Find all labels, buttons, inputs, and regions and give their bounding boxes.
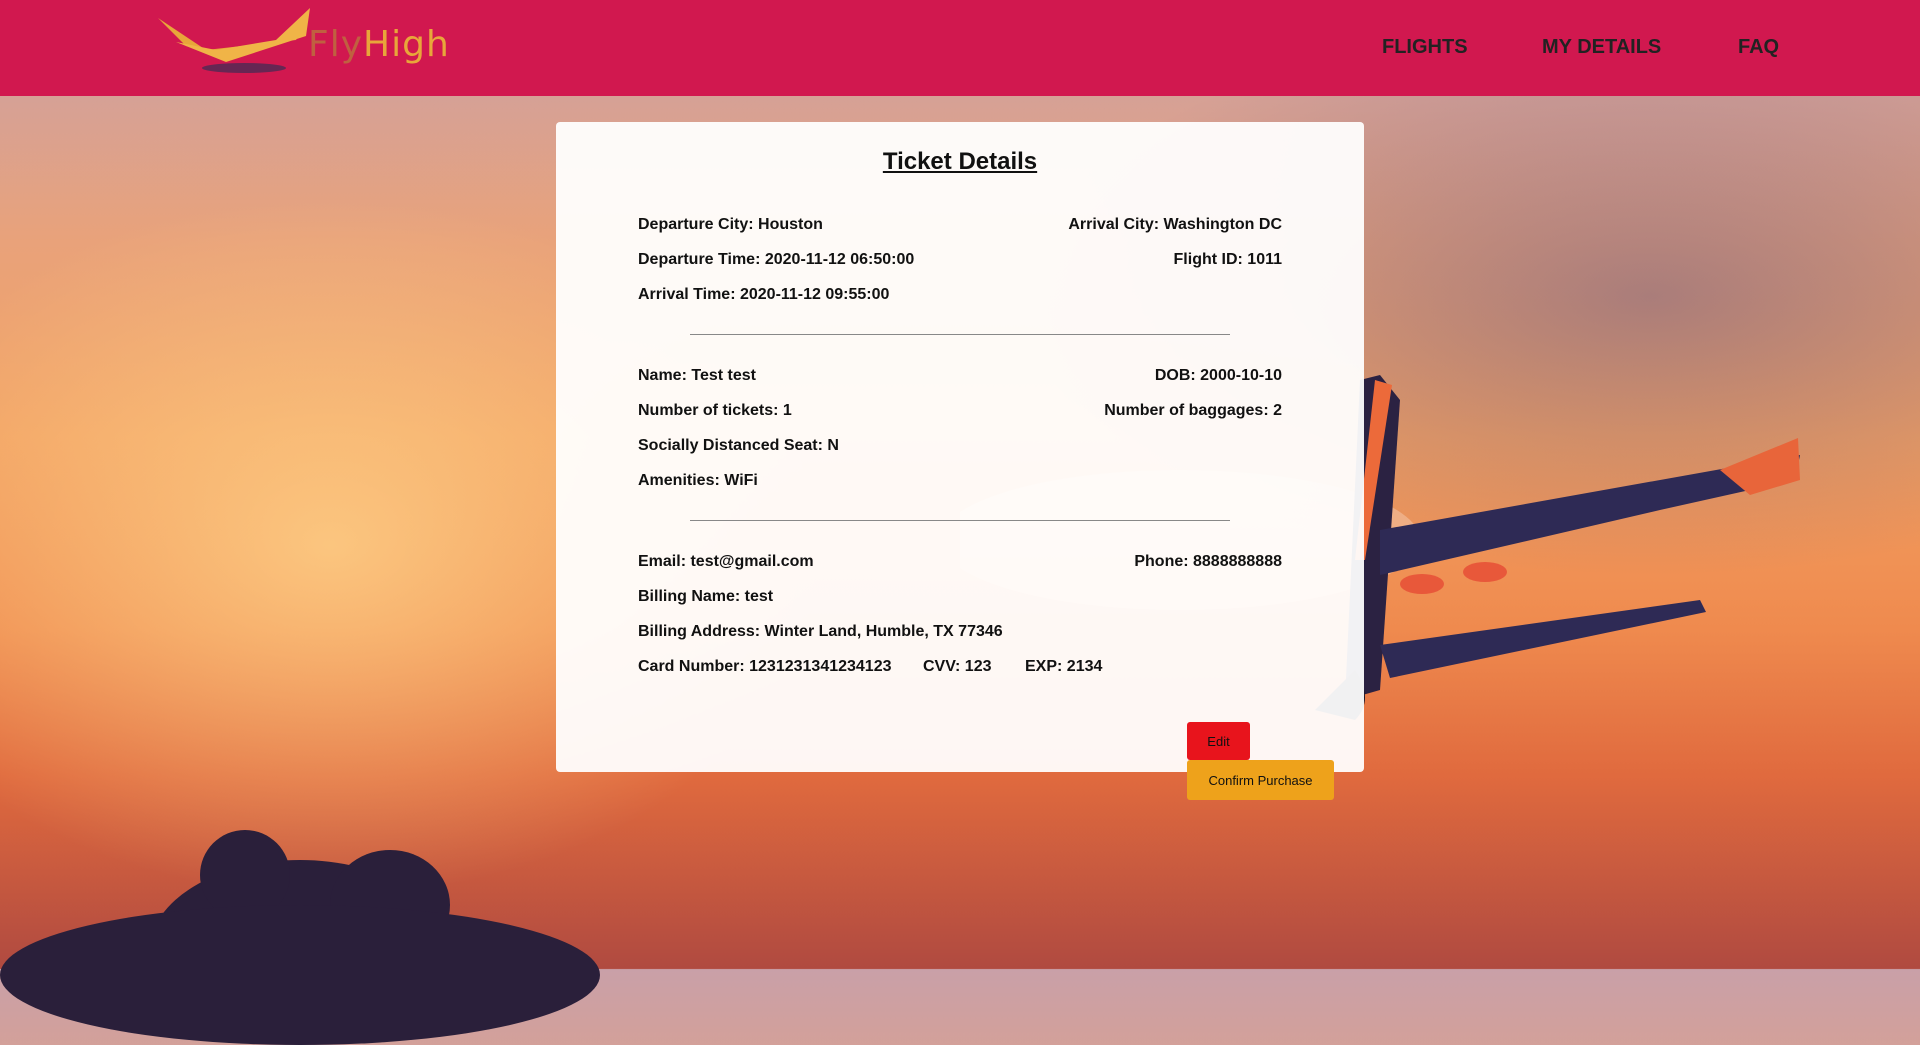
flight-id: Flight ID: 1011 bbox=[1173, 251, 1282, 268]
arrival-city: Arrival City: Washington DC bbox=[1068, 216, 1282, 233]
brand-name-part-2: High bbox=[363, 24, 450, 65]
page-title: Ticket Details bbox=[882, 148, 1038, 175]
section-divider bbox=[690, 334, 1230, 335]
billing-name: Billing Name: test bbox=[638, 588, 774, 605]
passenger-name: Name: Test test bbox=[638, 367, 756, 384]
amenities: Amenities: WiFi bbox=[638, 472, 758, 489]
number-of-baggages: Number of baggages: 2 bbox=[1104, 402, 1282, 419]
nav-flights[interactable]: FLIGHTS bbox=[1382, 36, 1468, 59]
card-exp: EXP: 2134 bbox=[1025, 658, 1103, 675]
socially-distanced-seat: Socially Distanced Seat: N bbox=[638, 437, 839, 454]
nav-faq[interactable]: FAQ bbox=[1738, 36, 1779, 59]
departure-time: Departure Time: 2020-11-12 06:50:00 bbox=[638, 251, 915, 268]
top-navbar: FlyHigh FLIGHTS MY DETAILS FAQ bbox=[0, 0, 1920, 96]
cloud-shape bbox=[0, 905, 600, 1045]
card-cvv: CVV: 123 bbox=[923, 658, 992, 675]
email: Email: test@gmail.com bbox=[638, 553, 814, 570]
arrival-time: Arrival Time: 2020-11-12 09:55:00 bbox=[638, 286, 890, 303]
brand-name-part-1: Fly bbox=[308, 24, 364, 65]
confirm-purchase-button[interactable]: Confirm Purchase bbox=[1187, 760, 1334, 800]
passenger-dob: DOB: 2000-10-10 bbox=[1154, 367, 1282, 384]
phone: Phone: 8888888888 bbox=[1134, 553, 1282, 570]
ticket-details-card: Ticket Details Departure City: Houston A… bbox=[556, 122, 1364, 772]
billing-address: Billing Address: Winter Land, Humble, TX… bbox=[638, 623, 1003, 640]
brand-name[interactable]: FlyHigh bbox=[308, 24, 450, 65]
nav-my-details[interactable]: MY DETAILS bbox=[1542, 36, 1661, 59]
number-of-tickets: Number of tickets: 1 bbox=[638, 402, 792, 419]
section-divider bbox=[690, 520, 1230, 521]
card-number: Card Number: 1231231341234123 bbox=[638, 658, 892, 675]
departure-city: Departure City: Houston bbox=[638, 216, 823, 233]
edit-button[interactable]: Edit bbox=[1187, 722, 1250, 760]
